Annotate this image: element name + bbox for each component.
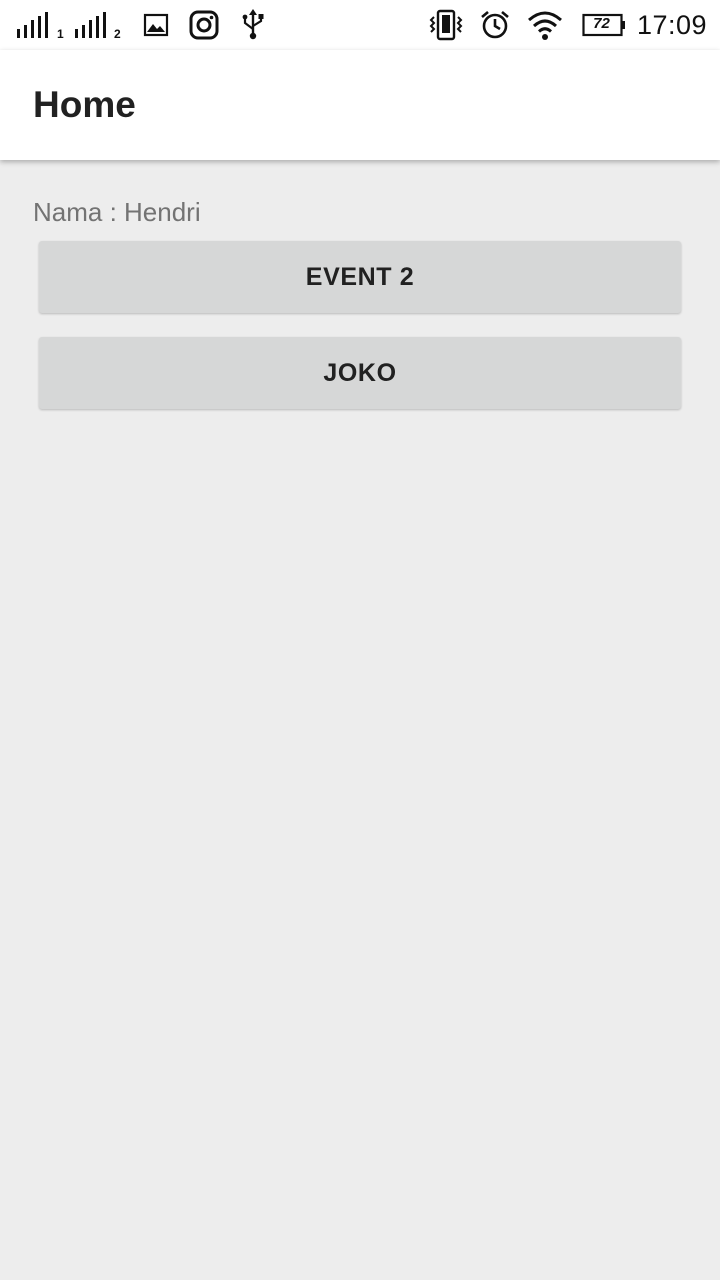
event-2-button[interactable]: EVENT 2 xyxy=(39,241,681,313)
signal-sim1-icon xyxy=(16,0,50,50)
clock: 17:09 xyxy=(637,10,708,40)
gallery-icon xyxy=(143,0,169,50)
battery-level: 72 xyxy=(593,15,610,32)
wifi-icon xyxy=(527,0,563,50)
vibrate-icon xyxy=(428,0,464,50)
app-bar: Home xyxy=(0,50,720,160)
page-title: Home xyxy=(33,84,136,125)
user-name-label: Nama : Hendri xyxy=(33,197,201,227)
usb-icon xyxy=(240,0,266,50)
status-bar: 1 2 72 17:09 xyxy=(0,0,720,50)
signal-sim2-icon xyxy=(74,0,108,50)
sim1-label: 1 xyxy=(57,27,64,41)
main-content: Nama : Hendri EVENT 2 JOKO xyxy=(0,160,720,1280)
joko-button[interactable]: JOKO xyxy=(39,337,681,409)
instagram-icon xyxy=(189,0,219,50)
sim2-label: 2 xyxy=(114,27,121,41)
alarm-icon xyxy=(479,0,511,50)
